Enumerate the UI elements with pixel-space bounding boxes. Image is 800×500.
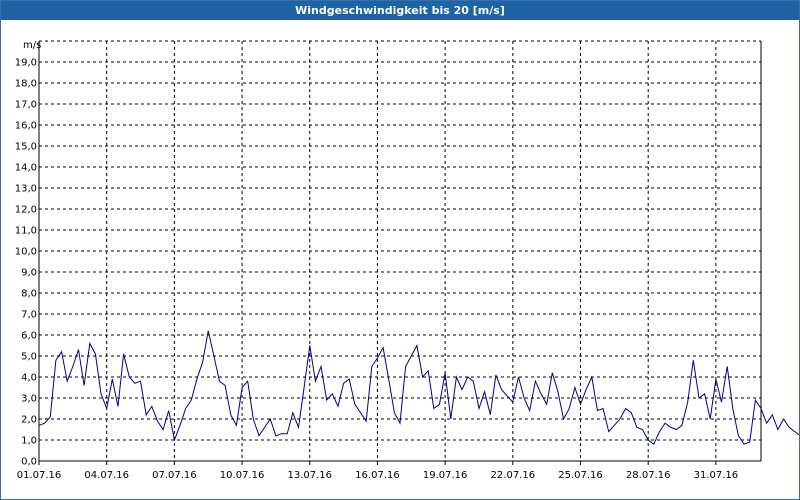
x-tick-label: 19.07.16 xyxy=(423,470,468,481)
y-tick-label: 1,0 xyxy=(21,436,37,447)
y-tick-label: 18,0 xyxy=(15,79,37,90)
y-tick-label: 6,0 xyxy=(21,331,37,342)
y-tick-label: 13,0 xyxy=(15,184,37,195)
y-tick-label: 7,0 xyxy=(21,310,37,321)
x-tick-label: 25.07.16 xyxy=(558,470,603,481)
x-tick-label: 01.07.16 xyxy=(17,470,62,481)
x-tick-label: 16.07.16 xyxy=(355,470,400,481)
line-chart: 0,0 1,0 2,0 3,0 4,0 5,0 6,0 7,0 8,0 9,0 10,0 11,0 12… xyxy=(15,40,799,481)
y-tick-label: 8,0 xyxy=(21,289,37,300)
x-tick-label: 04.07.16 xyxy=(84,470,129,481)
x-axis-ticks: 01.07.16 04.07.16 07.07.16 10.07.16 13.07.16… xyxy=(17,461,738,481)
chart-window: Windgeschwindigkeit bis 20 [m/s] 0,0 1,0 2… xyxy=(0,0,800,500)
x-tick-label: 10.07.16 xyxy=(220,470,265,481)
y-tick-label: 5,0 xyxy=(21,352,37,363)
y-tick-label: 15,0 xyxy=(15,142,37,153)
x-tick-label: 07.07.16 xyxy=(152,470,197,481)
x-tick-label: 31.07.16 xyxy=(694,470,739,481)
y-tick-label: 0,0 xyxy=(21,457,37,468)
y-tick-label: 14,0 xyxy=(15,163,37,174)
y-tick-label: 11,0 xyxy=(15,226,37,237)
x-tick-label: 13.07.16 xyxy=(287,470,332,481)
y-tick-label: 2,0 xyxy=(21,415,37,426)
y-tick-label: 16,0 xyxy=(15,121,37,132)
y-axis-ticks: 0,0 1,0 2,0 3,0 4,0 5,0 6,0 7,0 8,0 9,0 10,0 11,0 12… xyxy=(15,58,37,468)
y-tick-label: 4,0 xyxy=(21,373,37,384)
y-tick-label: 12,0 xyxy=(15,205,37,216)
y-tick-label: 19,0 xyxy=(15,58,37,69)
y-tick-label: 10,0 xyxy=(15,247,37,258)
grid-lines xyxy=(39,40,762,461)
x-tick-label: 28.07.16 xyxy=(626,470,671,481)
y-tick-label: 17,0 xyxy=(15,100,37,111)
y-tick-label: 9,0 xyxy=(21,268,37,279)
x-tick-label: 22.07.16 xyxy=(491,470,536,481)
y-tick-label: 3,0 xyxy=(21,394,37,405)
